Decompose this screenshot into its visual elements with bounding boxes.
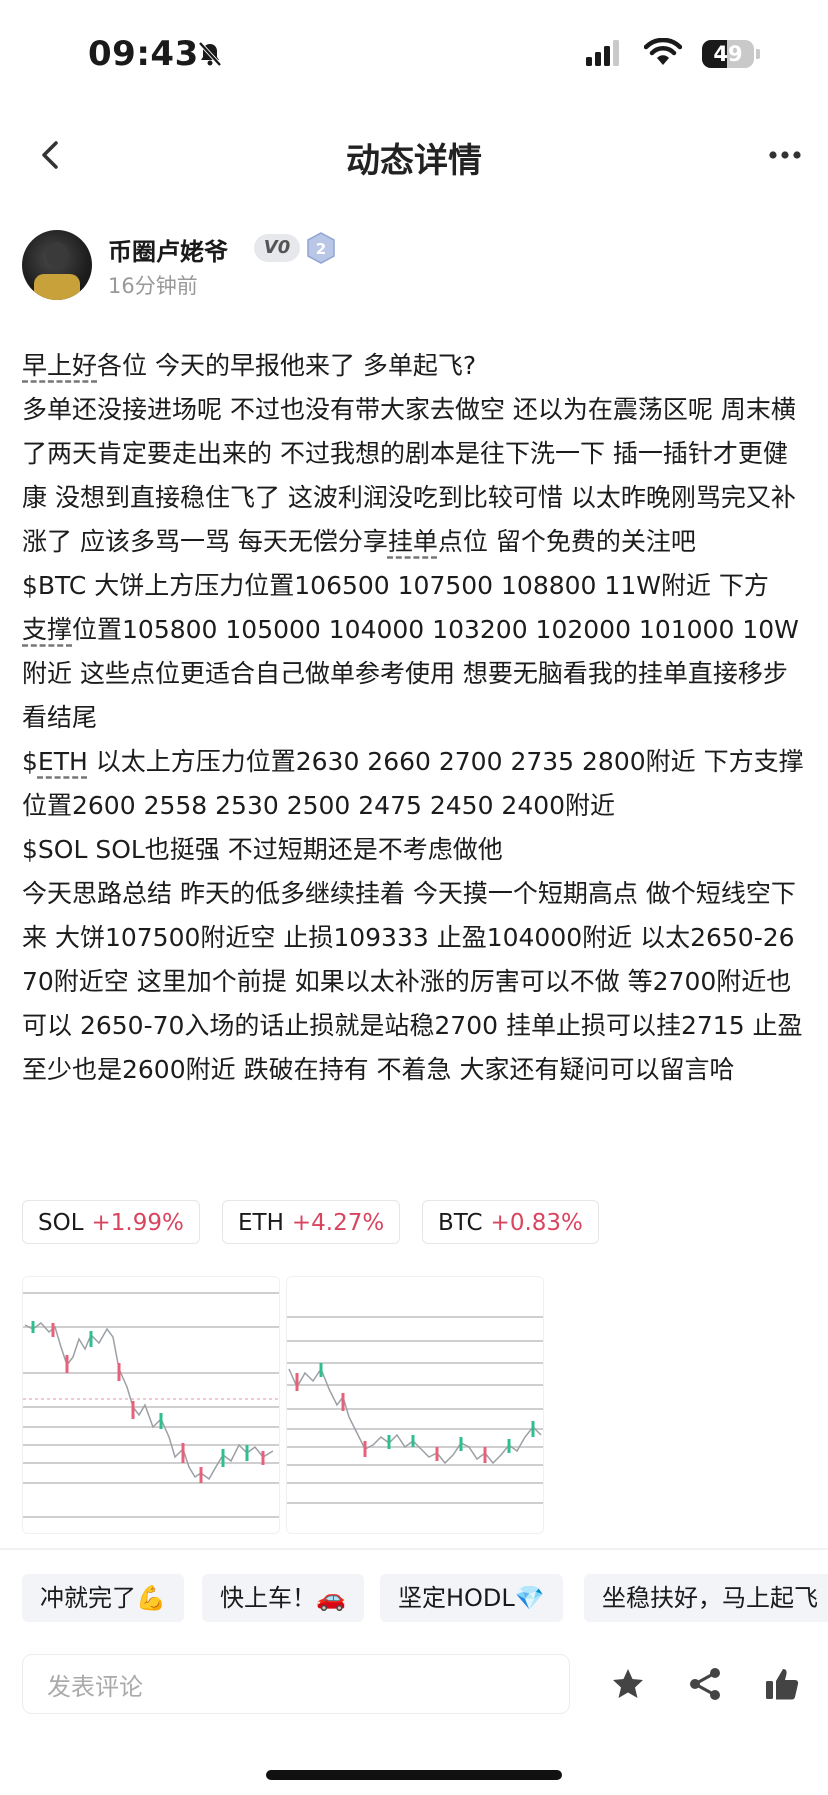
level-badge-icon: 2	[307, 232, 335, 264]
author-header: 币圈卢姥爷 V0 2 16分钟前	[22, 228, 522, 302]
ticker-tag-sol[interactable]: SOL +1.99%	[22, 1200, 200, 1244]
page-title: 动态详情	[346, 141, 482, 181]
quick-reply-chip[interactable]: 冲就完了💪	[22, 1574, 184, 1622]
post-text-underlined: 挂单	[387, 527, 438, 556]
quick-reply-chip[interactable]: 快上车！🚗	[202, 1574, 364, 1622]
avatar-shirt-shape	[34, 274, 80, 300]
post-timestamp: 16分钟前	[108, 274, 198, 298]
quick-reply-bar: 冲就完了💪 快上车！🚗 坚定HODL💎 坐稳扶好，马上起飞	[22, 1574, 828, 1622]
comment-placeholder: 发表评论	[47, 1673, 143, 1701]
avatar[interactable]	[22, 230, 92, 300]
level-badge-number: 2	[316, 240, 326, 258]
home-indicator[interactable]	[266, 1770, 562, 1780]
battery-percent: 49	[713, 42, 743, 66]
battery-nub	[756, 49, 760, 59]
post-text-underlined: 支撑	[22, 615, 73, 644]
ticker-symbol: BTC	[438, 1210, 483, 1236]
chart-image-1[interactable]	[22, 1276, 280, 1534]
avatar-head-shape	[46, 242, 68, 268]
ticker-symbol: ETH	[238, 1210, 284, 1236]
post-text-underlined: ETH	[37, 747, 88, 776]
thumbs-up-icon[interactable]	[762, 1664, 802, 1704]
share-icon[interactable]	[685, 1664, 725, 1704]
quick-reply-chip[interactable]: 坚定HODL💎	[380, 1574, 563, 1622]
divider	[0, 1548, 828, 1550]
author-name[interactable]: 币圈卢姥爷	[108, 232, 228, 267]
nav-bar: 动态详情	[0, 115, 828, 195]
post-text: 各位 今天的早报他来了 多单起飞? 多单还没接进场呢 不过也没有带大家去做空 还…	[22, 351, 796, 556]
ticker-tag-btc[interactable]: BTC +0.83%	[422, 1200, 599, 1244]
clock: 09:43	[88, 34, 199, 74]
post-text: 以太上方压力位置2630 2660 2700 2735 2800附近 下方支撑位…	[22, 747, 804, 1084]
vip-badge: V0	[254, 234, 300, 262]
status-bar: 09:43 49	[0, 0, 828, 110]
bell-muted-icon	[198, 41, 222, 67]
quick-reply-chip[interactable]: 坐稳扶好，马上起飞	[584, 1574, 828, 1622]
star-icon[interactable]	[608, 1664, 648, 1704]
chart-image-2[interactable]	[286, 1276, 544, 1534]
ticker-tag-eth[interactable]: ETH +4.27%	[222, 1200, 401, 1244]
comment-input[interactable]: 发表评论	[22, 1654, 570, 1714]
battery-indicator: 49	[702, 40, 754, 68]
ticker-change: +4.27%	[291, 1210, 385, 1236]
cellular-signal-icon	[586, 40, 619, 66]
wifi-icon	[644, 38, 682, 65]
ticker-change: +1.99%	[91, 1210, 184, 1236]
post-body: 早上好各位 今天的早报他来了 多单起飞? 多单还没接进场呢 不过也没有带大家去做…	[22, 344, 808, 1092]
ticker-symbol: SOL	[38, 1210, 84, 1236]
post-text-underlined: 早上好	[22, 351, 98, 380]
more-options-icon[interactable]	[765, 135, 805, 175]
ticker-change: +0.83%	[490, 1210, 583, 1236]
